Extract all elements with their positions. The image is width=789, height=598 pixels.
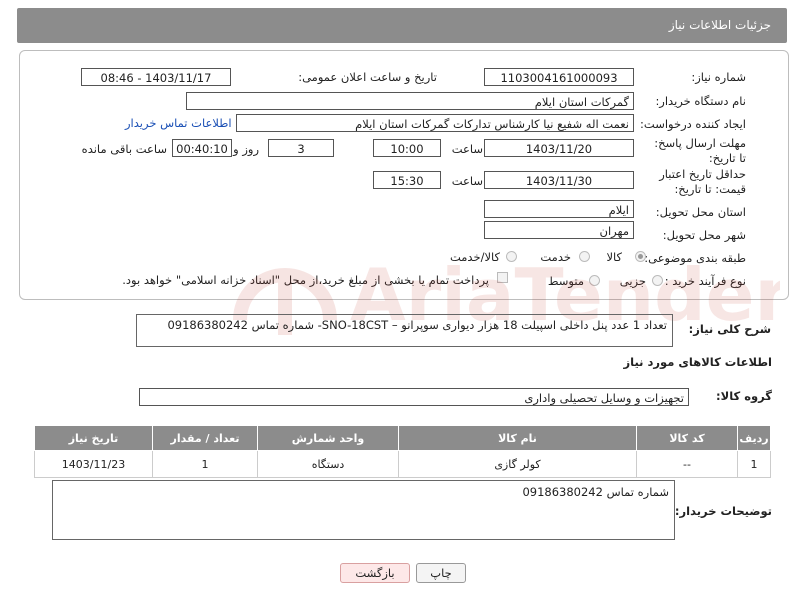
col-unit: واحد شمارش [257,425,399,451]
buyer-org-field: گمرکات استان ایلام [186,92,634,110]
col-date: تاریخ نیاز [34,425,153,451]
col-row: ردیف [737,425,771,451]
table-row: 1 -- کولر گازی دستگاه 1 1403/11/23 [34,450,771,478]
category-goods-label: کالا [606,250,622,264]
announce-field: 1403/11/17 - 08:46 [81,68,231,86]
category-goods-radio[interactable] [635,251,646,262]
deadline-time-label: ساعت [451,142,483,156]
treasury-payment-checkbox[interactable] [497,272,508,283]
process-partial-label: جزیی [619,274,646,288]
min-price-time-label: ساعت [451,174,483,188]
category-service-label: خدمت [540,250,571,264]
province-label: استان محل تحویل: [655,205,746,219]
page-header: جزئیات اطلاعات نیاز [17,8,787,43]
col-qty: تعداد / مقدار [152,425,258,451]
province-field: ایلام [484,200,634,218]
category-label: طبقه بندی موضوعی: [644,251,746,265]
goods-group-label: گروه کالا: [716,389,772,403]
deadline-date-field: 1403/11/20 [484,139,634,157]
cell-date: 1403/11/23 [34,450,153,478]
days-field: 3 [268,139,334,157]
category-goods-service-label: کالا/خدمت [449,250,500,264]
print-button[interactable]: چاپ [416,563,466,583]
goods-table-header: ردیف کد کالا نام کالا واحد شمارش تعداد /… [34,425,771,451]
deadline-label: مهلت ارسال پاسخ: تا تاریخ: [654,136,746,165]
remaining-label: ساعت باقی مانده [81,142,167,156]
days-and-label: روز و [233,142,259,156]
requester-field: نعمت اله شفیع نیا کارشناس تدارکات گمرکات… [236,114,634,132]
summary-label: شرح کلی نیاز: [688,322,771,336]
deadline-time-field: 10:00 [373,139,441,157]
cell-unit: دستگاه [257,450,399,478]
cell-code: -- [636,450,738,478]
buyer-org-label: نام دستگاه خریدار: [655,94,746,108]
buyer-notes-field: شماره تماس 09186380242 [52,480,675,540]
process-label: نوع فرآیند خرید : [664,274,746,288]
process-medium-radio[interactable] [589,275,600,286]
need-number-label: شماره نیاز: [691,70,746,84]
col-code: کد کالا [636,425,738,451]
goods-section-title: اطلاعات کالاهای مورد نیاز [623,355,772,369]
back-button[interactable]: بازگشت [340,563,410,583]
payment-note: پرداخت تمام یا بخشی از مبلغ خرید،از محل … [122,273,489,287]
cell-name: کولر گازی [398,450,637,478]
min-price-date-field: 1403/11/30 [484,171,634,189]
min-price-time-field: 15:30 [373,171,441,189]
buyer-notes-label: توضیحات خریدار: [674,504,772,518]
city-label: شهر محل تحویل: [662,228,746,242]
need-number-field: 1103004161000093 [484,68,634,86]
summary-field: تعداد 1 عدد پنل داخلی اسپیلت 18 هزار دیو… [136,314,673,347]
announce-label: تاریخ و ساعت اعلان عمومی: [298,70,437,84]
goods-group-field: تجهیزات و وسایل تحصیلی واداری [139,388,689,406]
min-price-label: حداقل تاریخ اعتبار قیمت: تا تاریخ: [659,167,746,196]
process-medium-label: متوسط [547,274,584,288]
cell-qty: 1 [152,450,258,478]
category-goods-service-radio[interactable] [506,251,517,262]
goods-table: ردیف کد کالا نام کالا واحد شمارش تعداد /… [34,425,771,478]
requester-label: ایجاد کننده درخواست: [640,117,746,131]
process-partial-radio[interactable] [652,275,663,286]
remaining-time-field: 00:40:10 [172,139,232,157]
page-title: جزئیات اطلاعات نیاز [668,18,771,32]
buyer-contact-link[interactable]: اطلاعات تماس خریدار [125,116,232,130]
cell-row: 1 [737,450,771,478]
col-name: نام کالا [398,425,637,451]
category-service-radio[interactable] [579,251,590,262]
city-field: مهران [484,221,634,239]
